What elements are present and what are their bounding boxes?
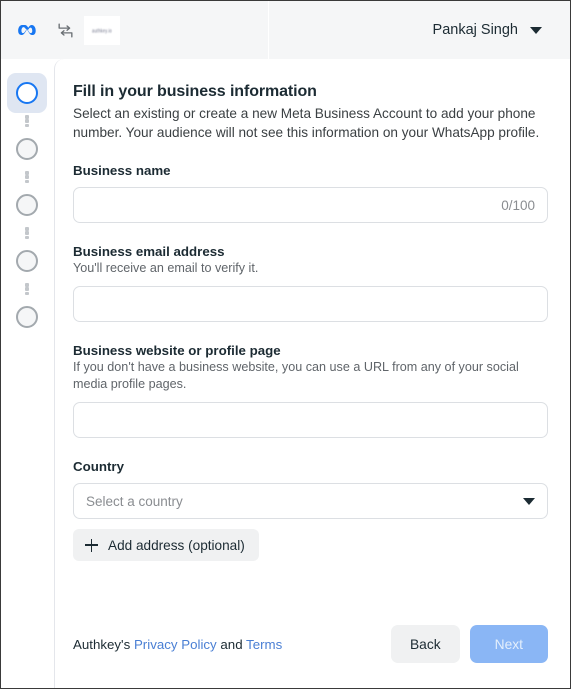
step-circle-icon [16, 250, 38, 272]
add-address-label: Add address (optional) [108, 537, 245, 553]
progress-stepper [1, 59, 53, 688]
page-title: Fill in your business information [73, 83, 317, 100]
partner-logo: authkey.io [84, 15, 120, 45]
step-connector-2 [25, 169, 29, 185]
business-email-label: Business email address [73, 244, 225, 259]
step-wrap-3 [7, 185, 47, 225]
stepper-step-4[interactable] [7, 241, 47, 281]
country-select[interactable]: Select a country [73, 483, 548, 519]
business-website-help: If you don't have a business website, yo… [73, 360, 519, 391]
step-wrap-4 [7, 241, 47, 281]
user-name: Pankaj Singh [432, 22, 518, 38]
page-subtitle: Select an existing or create a new Meta … [73, 106, 540, 140]
step-circle-icon [16, 194, 38, 216]
legal-text: Authkey's Privacy Policy and Terms [73, 637, 282, 652]
stepper-step-1[interactable] [7, 73, 47, 113]
business-email-help: You'll receive an email to verify it. [73, 261, 259, 275]
step-circle-icon [16, 138, 38, 160]
chevron-down-icon [530, 26, 542, 34]
field-business-website: Business website or profile page If you … [73, 343, 548, 438]
step-wrap-5 [7, 297, 47, 337]
plus-icon [85, 538, 98, 552]
card-footer: Authkey's Privacy Policy and Terms Back … [73, 625, 548, 663]
business-name-label: Business name [73, 163, 171, 178]
partner-logo-text: authkey.io [92, 26, 112, 34]
header-divider [268, 1, 269, 59]
app-window: authkey.io Pankaj Singh Fill in your bus… [0, 0, 571, 689]
top-header: authkey.io Pankaj Singh [1, 1, 570, 59]
business-name-counter: 0/100 [501, 197, 535, 213]
chevron-down-icon [523, 497, 535, 505]
step-connector-3 [25, 225, 29, 241]
body-area: Fill in your business information Select… [1, 59, 570, 688]
meta-logo-icon [17, 19, 47, 41]
field-country: Country Select a country [73, 459, 548, 519]
step-connector-4 [25, 281, 29, 297]
privacy-policy-link[interactable]: Privacy Policy [134, 637, 217, 652]
step-circle-icon [16, 82, 38, 104]
business-name-input[interactable]: 0/100 [73, 187, 548, 223]
stepper-step-2[interactable] [7, 129, 47, 169]
user-menu[interactable]: Pankaj Singh [433, 22, 570, 38]
stepper-step-3[interactable] [7, 185, 47, 225]
business-website-label: Business website or profile page [73, 343, 281, 358]
add-address-button[interactable]: Add address (optional) [73, 529, 259, 561]
footer-buttons: Back Next [390, 625, 548, 663]
terms-link[interactable]: Terms [246, 637, 282, 652]
country-placeholder: Select a country [86, 493, 183, 509]
country-label: Country [73, 459, 124, 474]
field-business-name: Business name 0/100 [73, 163, 548, 223]
step-circle-icon [16, 306, 38, 328]
step-wrap-1 [7, 73, 47, 113]
step-connector-1 [25, 113, 29, 129]
swap-icon [56, 21, 75, 40]
legal-conjunction: and [216, 636, 247, 652]
next-button[interactable]: Next [469, 625, 548, 663]
step-wrap-2 [7, 129, 47, 169]
legal-prefix: Authkey's [73, 636, 134, 652]
stepper-step-5[interactable] [7, 297, 47, 337]
business-website-input[interactable] [73, 402, 548, 438]
content-card: Fill in your business information Select… [54, 59, 570, 688]
field-business-email: Business email address You'll receive an… [73, 244, 548, 322]
business-email-input[interactable] [73, 286, 548, 322]
brand-zone: authkey.io [1, 15, 120, 45]
back-button[interactable]: Back [390, 625, 460, 663]
